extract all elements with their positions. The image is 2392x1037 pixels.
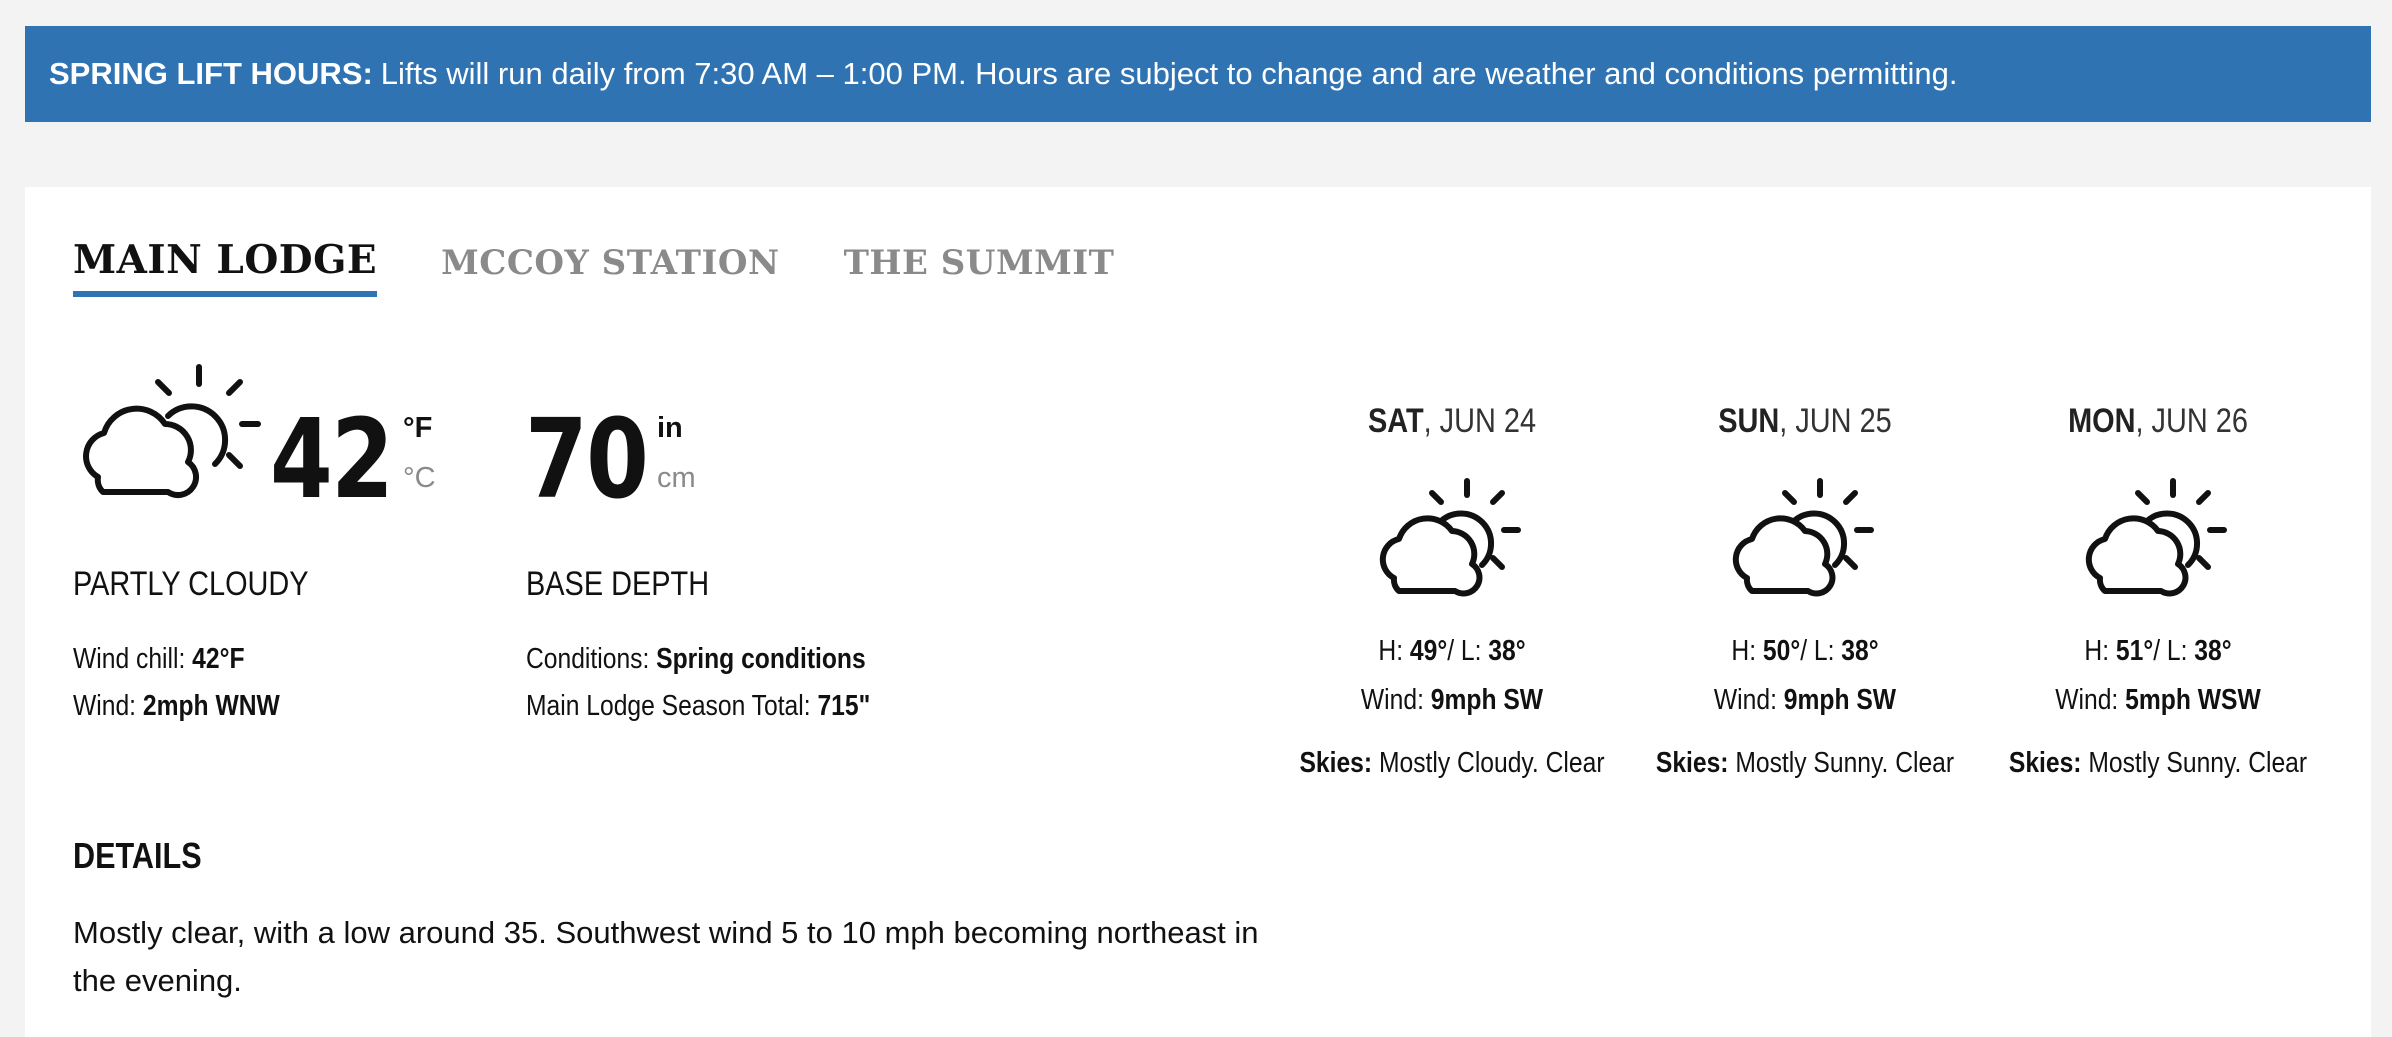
season-total: Main Lodge Season Total: 715" bbox=[526, 690, 870, 723]
wind-chill: Wind chill: 42°F bbox=[73, 643, 245, 676]
high-value: 49° bbox=[1409, 635, 1448, 667]
forecast-skies: Skies: Mostly Sunny. Clear bbox=[1652, 747, 1958, 780]
low-value: 38° bbox=[2194, 635, 2232, 667]
wind-label: Wind: bbox=[1360, 684, 1424, 716]
forecast-high-low: H: 51°/ L: 38° bbox=[2005, 635, 2311, 668]
high-label: H: bbox=[2084, 635, 2110, 667]
high-value: 51° bbox=[2115, 635, 2154, 667]
partly-cloudy-icon bbox=[1732, 478, 1874, 597]
low-value: 38° bbox=[1488, 635, 1526, 667]
skies-value: Mostly Sunny. Clear bbox=[2088, 747, 2308, 779]
forecast-day: MON, JUN 26 H: 51°/ L: 38° Wind: 5mph WS… bbox=[1978, 402, 2338, 780]
forecast-date: SAT, JUN 24 bbox=[1299, 402, 1605, 441]
skies-label: Skies: bbox=[2008, 747, 2082, 779]
forecast-weekday: SUN bbox=[1718, 402, 1780, 440]
partly-cloudy-icon bbox=[1379, 478, 1521, 597]
current-temperature: 42 bbox=[270, 395, 394, 523]
conditions-label: Conditions: bbox=[526, 643, 650, 675]
forecast-day: SUN, JUN 25 H: 50°/ L: 38° Wind: 9mph SW… bbox=[1625, 402, 1985, 780]
season-total-value: 715" bbox=[817, 690, 871, 722]
forecast-day: SAT, JUN 24 H: 49°/ L: 38° Wind: 9mph SW… bbox=[1272, 402, 1632, 780]
tab-main-lodge[interactable]: MAIN LODGE bbox=[73, 237, 378, 297]
high-label: H: bbox=[1378, 635, 1404, 667]
forecast-date: SUN, JUN 25 bbox=[1652, 402, 1958, 441]
wind-value: 9mph SW bbox=[1783, 684, 1897, 716]
wind-value: 5mph WSW bbox=[2125, 684, 2261, 716]
high-label: H: bbox=[1731, 635, 1757, 667]
current-condition: PARTLY CLOUDY bbox=[73, 565, 309, 603]
high-value: 50° bbox=[1762, 635, 1801, 667]
skies-value: Mostly Sunny. Clear bbox=[1735, 747, 1955, 779]
forecast-wind: Wind: 9mph SW bbox=[1652, 684, 1958, 717]
partly-cloudy-icon bbox=[83, 364, 261, 499]
forecast-high-low: H: 50°/ L: 38° bbox=[1652, 635, 1958, 668]
tab-mccoy-station[interactable]: MCCOY STATION bbox=[441, 237, 779, 297]
conditions-value: Spring conditions bbox=[656, 643, 866, 675]
base-depth-title: BASE DEPTH bbox=[526, 565, 710, 603]
wind-label: Wind: bbox=[2055, 684, 2119, 716]
lift-hours-banner: SPRING LIFT HOURS: Lifts will run daily … bbox=[25, 26, 2371, 122]
low-label: / L: bbox=[2153, 635, 2188, 667]
banner-text: Lifts will run daily from 7:30 AM – 1:00… bbox=[380, 56, 1958, 91]
skies-label: Skies: bbox=[1299, 747, 1373, 779]
wind-label: Wind: bbox=[73, 690, 137, 722]
low-value: 38° bbox=[1841, 635, 1879, 667]
skies-label: Skies: bbox=[1655, 747, 1729, 779]
forecast-weekday: MON bbox=[2068, 402, 2136, 440]
banner-label: SPRING LIFT HOURS: bbox=[49, 56, 373, 91]
forecast-skies: Skies: Mostly Cloudy. Clear bbox=[1299, 747, 1605, 780]
details-title: DETAILS bbox=[73, 835, 202, 876]
forecast-skies: Skies: Mostly Sunny. Clear bbox=[2005, 747, 2311, 780]
temp-unit-fahrenheit[interactable]: °F bbox=[403, 412, 432, 445]
wind-chill-label: Wind chill: bbox=[73, 643, 186, 675]
skies-value: Mostly Cloudy. Clear bbox=[1378, 747, 1605, 779]
weather-card: MAIN LODGE MCCOY STATION THE SUMMIT 42 °… bbox=[25, 187, 2371, 1037]
low-label: / L: bbox=[1800, 635, 1835, 667]
tab-the-summit[interactable]: THE SUMMIT bbox=[844, 237, 1115, 297]
season-total-label: Main Lodge Season Total: bbox=[526, 690, 811, 722]
low-label: / L: bbox=[1447, 635, 1482, 667]
base-depth-value: 70 bbox=[525, 395, 649, 523]
forecast-weekday: SAT bbox=[1367, 402, 1424, 440]
wind-chill-value: 42°F bbox=[192, 643, 245, 675]
forecast-high-low: H: 49°/ L: 38° bbox=[1299, 635, 1605, 668]
temp-unit-celsius[interactable]: °C bbox=[403, 462, 436, 495]
partly-cloudy-icon bbox=[2085, 478, 2227, 597]
location-tabs: MAIN LODGE MCCOY STATION THE SUMMIT bbox=[73, 237, 1178, 297]
current-wind: Wind: 2mph WNW bbox=[73, 690, 280, 723]
wind-value: 2mph WNW bbox=[142, 690, 280, 722]
depth-unit-inches[interactable]: in bbox=[657, 412, 683, 445]
forecast-month-day: , JUN 26 bbox=[2135, 402, 2248, 440]
forecast-wind: Wind: 9mph SW bbox=[1299, 684, 1605, 717]
forecast-date: MON, JUN 26 bbox=[2005, 402, 2311, 441]
depth-unit-centimeters[interactable]: cm bbox=[657, 462, 696, 495]
wind-value: 9mph SW bbox=[1430, 684, 1544, 716]
forecast-month-day: , JUN 24 bbox=[1423, 402, 1537, 440]
forecast-wind: Wind: 5mph WSW bbox=[2005, 684, 2311, 717]
snow-conditions: Conditions: Spring conditions bbox=[526, 643, 866, 676]
forecast-month-day: , JUN 25 bbox=[1779, 402, 1892, 440]
details-text: Mostly clear, with a low around 35. Sout… bbox=[73, 915, 1259, 998]
wind-label: Wind: bbox=[1713, 684, 1777, 716]
